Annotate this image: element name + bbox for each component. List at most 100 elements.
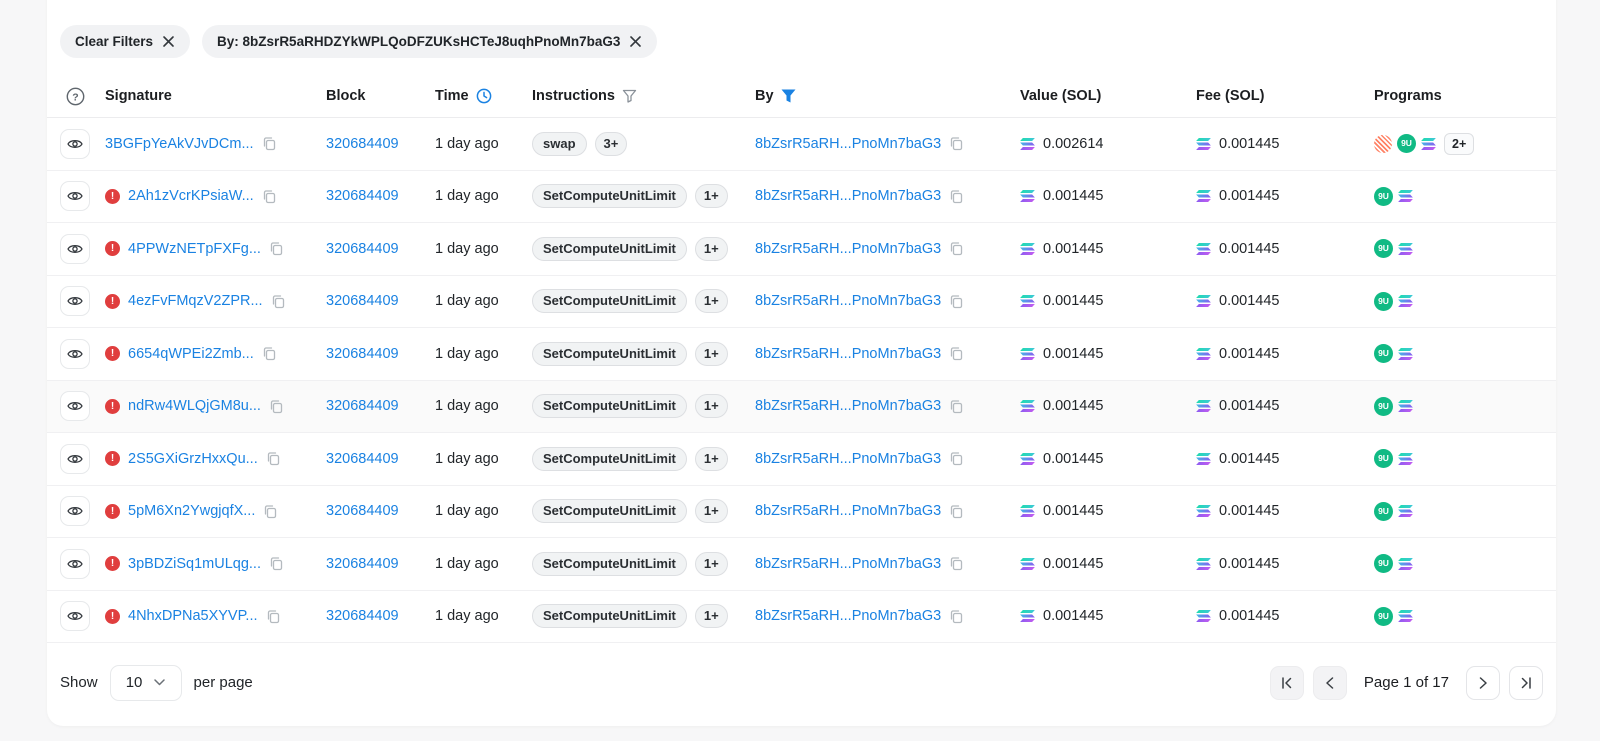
by-address-link[interactable]: 8bZsrR5aRH...PnoMn7baG3 xyxy=(755,136,941,152)
copy-icon[interactable] xyxy=(271,294,286,309)
previous-page-button[interactable] xyxy=(1313,666,1347,700)
instruction-tag[interactable]: SetComputeUnitLimit xyxy=(532,499,687,523)
by-address-filter-chip[interactable]: By: 8bZsrR5aRHDZYkWPLQoDFZUKsHCTeJ8uqhPn… xyxy=(202,25,657,58)
by-address-link[interactable]: 8bZsrR5aRH...PnoMn7baG3 xyxy=(755,503,941,519)
filter-funnel-icon[interactable] xyxy=(622,89,637,103)
copy-icon[interactable] xyxy=(949,241,964,256)
first-page-button[interactable] xyxy=(1270,666,1304,700)
copy-icon[interactable] xyxy=(262,346,277,361)
block-link[interactable]: 320684409 xyxy=(326,293,399,309)
copy-icon[interactable] xyxy=(949,189,964,204)
program-icon-solana[interactable] xyxy=(1398,243,1413,255)
copy-icon[interactable] xyxy=(949,346,964,361)
signature-link[interactable]: 3pBDZiSq1mULqg... xyxy=(128,556,261,572)
block-link[interactable]: 320684409 xyxy=(326,556,399,572)
by-address-link[interactable]: 8bZsrR5aRH...PnoMn7baG3 xyxy=(755,241,941,257)
copy-icon[interactable] xyxy=(263,504,278,519)
block-link[interactable]: 320684409 xyxy=(326,608,399,624)
signature-link[interactable]: 4NhxDPNa5XYVP... xyxy=(128,608,258,624)
instruction-tag[interactable]: SetComputeUnitLimit xyxy=(532,342,687,366)
program-icon-badge[interactable]: 9U xyxy=(1374,239,1393,258)
next-page-button[interactable] xyxy=(1466,666,1500,700)
preview-transaction-button[interactable] xyxy=(60,496,90,526)
program-icon-solana[interactable] xyxy=(1398,505,1413,517)
clear-filters-chip[interactable]: Clear Filters xyxy=(60,25,190,58)
program-icon-badge[interactable]: 9U xyxy=(1374,554,1393,573)
program-icon-solana[interactable] xyxy=(1421,138,1436,150)
copy-icon[interactable] xyxy=(949,136,964,151)
signature-link[interactable]: 5pM6Xn2YwgjqfX... xyxy=(128,503,255,519)
by-address-link[interactable]: 8bZsrR5aRH...PnoMn7baG3 xyxy=(755,451,941,467)
preview-transaction-button[interactable] xyxy=(60,129,90,159)
help-icon[interactable]: ? xyxy=(66,87,85,106)
instruction-tag[interactable]: SetComputeUnitLimit xyxy=(532,394,687,418)
signature-link[interactable]: 2Ah1zVcrKPsiaW... xyxy=(128,188,254,204)
block-link[interactable]: 320684409 xyxy=(326,241,399,257)
preview-transaction-button[interactable] xyxy=(60,444,90,474)
preview-transaction-button[interactable] xyxy=(60,234,90,264)
copy-icon[interactable] xyxy=(269,241,284,256)
instruction-count-tag[interactable]: 1+ xyxy=(695,447,728,471)
by-address-link[interactable]: 8bZsrR5aRH...PnoMn7baG3 xyxy=(755,398,941,414)
signature-link[interactable]: ndRw4WLQjGM8u... xyxy=(128,398,261,414)
signature-link[interactable]: 3BGFpYeAkVJvDCm... xyxy=(105,136,254,152)
program-icon-solana[interactable] xyxy=(1398,400,1413,412)
program-icon-badge[interactable]: 9U xyxy=(1374,187,1393,206)
block-link[interactable]: 320684409 xyxy=(326,503,399,519)
copy-icon[interactable] xyxy=(949,609,964,624)
instruction-count-tag[interactable]: 3+ xyxy=(595,132,628,156)
preview-transaction-button[interactable] xyxy=(60,549,90,579)
filter-funnel-active-icon[interactable] xyxy=(781,89,796,103)
program-icon-solana[interactable] xyxy=(1398,295,1413,307)
by-address-link[interactable]: 8bZsrR5aRH...PnoMn7baG3 xyxy=(755,346,941,362)
instruction-tag[interactable]: SetComputeUnitLimit xyxy=(532,552,687,576)
copy-icon[interactable] xyxy=(266,451,281,466)
by-address-link[interactable]: 8bZsrR5aRH...PnoMn7baG3 xyxy=(755,188,941,204)
instruction-tag[interactable]: SetComputeUnitLimit xyxy=(532,184,687,208)
signature-link[interactable]: 4ezFvFMqzV2ZPR... xyxy=(128,293,263,309)
preview-transaction-button[interactable] xyxy=(60,391,90,421)
copy-icon[interactable] xyxy=(266,609,281,624)
copy-icon[interactable] xyxy=(949,399,964,414)
signature-link[interactable]: 2S5GXiGrzHxxQu... xyxy=(128,451,258,467)
signature-link[interactable]: 6654qWPEi2Zmb... xyxy=(128,346,254,362)
block-link[interactable]: 320684409 xyxy=(326,188,399,204)
program-icon-badge[interactable]: 9U xyxy=(1374,449,1393,468)
preview-transaction-button[interactable] xyxy=(60,181,90,211)
clock-icon[interactable] xyxy=(476,88,492,104)
instruction-count-tag[interactable]: 1+ xyxy=(695,342,728,366)
program-icon-solana[interactable] xyxy=(1398,453,1413,465)
last-page-button[interactable] xyxy=(1509,666,1543,700)
instruction-count-tag[interactable]: 1+ xyxy=(695,184,728,208)
block-link[interactable]: 320684409 xyxy=(326,398,399,414)
preview-transaction-button[interactable] xyxy=(60,339,90,369)
instruction-count-tag[interactable]: 1+ xyxy=(695,604,728,628)
program-icon-solana[interactable] xyxy=(1398,558,1413,570)
by-address-link[interactable]: 8bZsrR5aRH...PnoMn7baG3 xyxy=(755,293,941,309)
instruction-tag[interactable]: SetComputeUnitLimit xyxy=(532,447,687,471)
signature-link[interactable]: 4PPWzNETpFXFg... xyxy=(128,241,261,257)
instruction-tag[interactable]: SetComputeUnitLimit xyxy=(532,289,687,313)
instruction-count-tag[interactable]: 1+ xyxy=(695,394,728,418)
instruction-count-tag[interactable]: 1+ xyxy=(695,289,728,313)
block-link[interactable]: 320684409 xyxy=(326,451,399,467)
page-size-select[interactable]: 10 xyxy=(110,665,182,701)
program-icon-solana[interactable] xyxy=(1398,348,1413,360)
copy-icon[interactable] xyxy=(949,556,964,571)
copy-icon[interactable] xyxy=(949,504,964,519)
program-icon-solana[interactable] xyxy=(1398,190,1413,202)
block-link[interactable]: 320684409 xyxy=(326,136,399,152)
instruction-tag[interactable]: swap xyxy=(532,132,587,156)
program-icon-badge[interactable]: 9U xyxy=(1374,397,1393,416)
instruction-tag[interactable]: SetComputeUnitLimit xyxy=(532,237,687,261)
by-address-link[interactable]: 8bZsrR5aRH...PnoMn7baG3 xyxy=(755,608,941,624)
copy-icon[interactable] xyxy=(262,189,277,204)
copy-icon[interactable] xyxy=(949,294,964,309)
program-icon-striped[interactable] xyxy=(1374,135,1392,153)
copy-icon[interactable] xyxy=(262,136,277,151)
program-icon-badge[interactable]: 9U xyxy=(1374,292,1393,311)
program-icon-badge[interactable]: 9U xyxy=(1374,502,1393,521)
program-icon-badge[interactable]: 9U xyxy=(1397,134,1416,153)
programs-more-badge[interactable]: 2+ xyxy=(1444,133,1474,155)
instruction-tag[interactable]: SetComputeUnitLimit xyxy=(532,604,687,628)
